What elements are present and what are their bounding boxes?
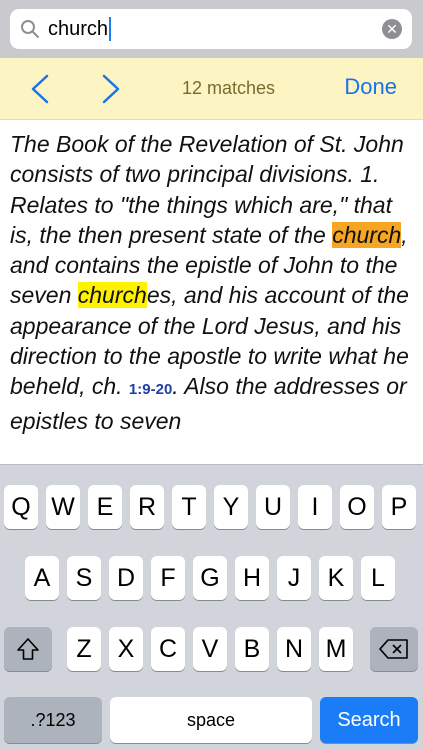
key-label: Search	[337, 709, 401, 731]
key-i[interactable]: I	[298, 485, 332, 529]
space-key[interactable]: space	[110, 697, 312, 743]
match-count: 12 matches	[182, 78, 276, 98]
match-highlight: church	[77, 282, 147, 309]
done-button[interactable]: Done	[344, 74, 397, 100]
search-value: church	[48, 17, 112, 41]
key-j[interactable]: J	[277, 556, 311, 600]
chevron-left-icon[interactable]	[25, 72, 55, 106]
search-bar: church ✕	[0, 0, 423, 58]
key-w[interactable]: W	[46, 485, 80, 529]
key-label: T	[181, 493, 197, 521]
key-label: space	[186, 710, 236, 730]
key-label: V	[201, 635, 219, 663]
key-label: R	[137, 493, 157, 521]
key-t[interactable]: T	[172, 485, 206, 529]
key-label: A	[33, 564, 51, 592]
key-l[interactable]: L	[361, 556, 395, 600]
key-n[interactable]: N	[277, 627, 311, 671]
key-label: B	[243, 635, 261, 663]
shift-key[interactable]	[4, 627, 52, 671]
key-label: H	[242, 564, 262, 592]
key-label: Z	[76, 635, 92, 663]
key-g[interactable]: G	[193, 556, 227, 600]
key-label: F	[160, 564, 176, 592]
key-label: Y	[222, 493, 240, 521]
delete-icon	[379, 639, 408, 659]
key-x[interactable]: X	[109, 627, 143, 671]
reading-pane[interactable]: The Book of the Revelation of St. John c…	[0, 121, 423, 464]
key-e[interactable]: E	[88, 485, 122, 529]
key-v[interactable]: V	[193, 627, 227, 671]
key-label: .?123	[30, 710, 76, 730]
key-d[interactable]: D	[109, 556, 143, 600]
key-u[interactable]: U	[256, 485, 290, 529]
key-m[interactable]: M	[319, 627, 353, 671]
key-k[interactable]: K	[319, 556, 353, 600]
chevron-right-icon[interactable]	[96, 72, 126, 106]
clear-icon[interactable]: ✕	[382, 19, 402, 39]
key-label: Q	[11, 493, 31, 521]
key-y[interactable]: Y	[214, 485, 248, 529]
key-c[interactable]: C	[151, 627, 185, 671]
search-icon	[21, 20, 39, 38]
key-label: S	[75, 564, 93, 592]
key-p[interactable]: P	[382, 485, 416, 529]
key-a[interactable]: A	[25, 556, 59, 600]
numbers-key[interactable]: .?123	[4, 697, 102, 743]
key-label: W	[51, 493, 75, 521]
current-match-highlight: church	[332, 221, 402, 248]
body-text: The Book of the Revelation of St. John c…	[10, 129, 413, 436]
key-label: O	[347, 493, 367, 521]
key-r[interactable]: R	[130, 485, 164, 529]
verse-reference-link[interactable]: 1:9-20	[129, 381, 172, 398]
key-label: E	[96, 493, 114, 521]
key-label: I	[311, 493, 319, 521]
search-input[interactable]: church ✕	[10, 9, 412, 49]
key-label: K	[327, 564, 345, 592]
key-label: M	[325, 635, 347, 663]
key-label: L	[371, 564, 385, 592]
shift-icon	[17, 638, 39, 660]
key-h[interactable]: H	[235, 556, 269, 600]
key-label: G	[200, 564, 220, 592]
key-z[interactable]: Z	[67, 627, 101, 671]
key-o[interactable]: O	[340, 485, 374, 529]
key-label: U	[263, 493, 283, 521]
keyboard: Q W E R T Y U I O P A S D F G H J K L Z …	[0, 464, 423, 750]
key-label: X	[117, 635, 135, 663]
key-q[interactable]: Q	[4, 485, 38, 529]
text-caret	[109, 17, 112, 41]
delete-key[interactable]	[370, 627, 418, 671]
key-label: C	[158, 635, 178, 663]
key-label: P	[390, 493, 408, 521]
key-f[interactable]: F	[151, 556, 185, 600]
find-toolbar: 12 matches Done	[0, 58, 423, 120]
search-key[interactable]: Search	[320, 697, 418, 743]
key-s[interactable]: S	[67, 556, 101, 600]
key-label: J	[287, 564, 301, 592]
key-label: N	[284, 635, 304, 663]
key-b[interactable]: B	[235, 627, 269, 671]
key-label: D	[116, 564, 136, 592]
